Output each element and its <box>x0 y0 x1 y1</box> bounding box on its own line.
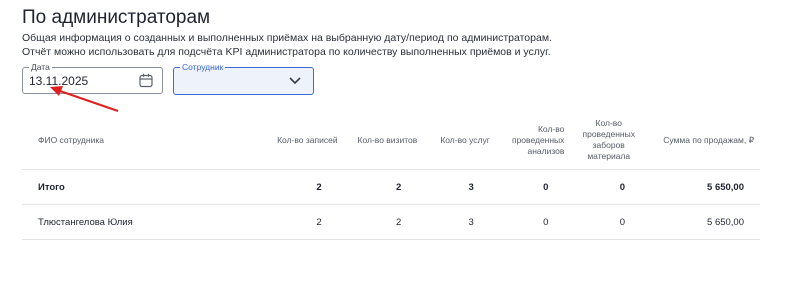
column-header[interactable]: Кол-во записей <box>260 111 344 170</box>
table-cell: 0 <box>570 204 648 240</box>
column-header[interactable]: ФИО сотрудника <box>22 111 261 170</box>
staff-select[interactable]: Сотрудник <box>173 61 314 95</box>
table-cell: Тлюстангелова Юлия <box>22 204 261 240</box>
column-header[interactable]: Кол-во проведенных заборов материала <box>570 111 648 170</box>
description-line-1: Общая информация о созданных и выполненн… <box>22 32 552 44</box>
description-line-2: Отчёт можно использовать для подсчёта KP… <box>22 46 551 58</box>
table-cell: 5 650,00 <box>647 204 760 240</box>
date-field[interactable]: Дата 13.11.2025 <box>22 61 163 94</box>
staff-select-label: Сотрудник <box>180 61 226 73</box>
table-total-row: Итого 2 2 3 0 0 5 650,00 <box>22 169 760 205</box>
table-cell: 3 <box>423 169 496 205</box>
date-field-label: Дата <box>29 61 52 73</box>
table-cell: 2 <box>260 204 344 240</box>
table-cell: 0 <box>495 169 571 205</box>
column-header[interactable]: Кол-во проведенных анализов <box>495 111 571 170</box>
table-cell: 2 <box>343 169 424 205</box>
column-header[interactable]: Кол-во визитов <box>343 111 424 170</box>
date-field-value: 13.11.2025 <box>29 74 89 88</box>
column-header[interactable]: Сумма по продажам, ₽ <box>647 111 760 170</box>
report-table: ФИО сотрудника Кол-во записей Кол-во виз… <box>22 111 760 240</box>
table-cell: 3 <box>423 204 496 240</box>
table-row[interactable]: Тлюстангелова Юлия 2 2 3 0 0 5 650,00 <box>22 204 760 240</box>
table-cell: 2 <box>343 204 424 240</box>
table-cell: Итого <box>22 169 261 205</box>
page-title: По администраторам <box>22 7 211 28</box>
chevron-down-icon[interactable] <box>289 76 301 85</box>
page-description: Общая информация о созданных и выполненн… <box>22 31 552 59</box>
table-cell: 5 650,00 <box>647 169 760 205</box>
table-cell: 0 <box>495 204 571 240</box>
column-header[interactable]: Кол-во услуг <box>423 111 496 170</box>
calendar-icon[interactable] <box>139 73 153 88</box>
table-cell: 0 <box>570 169 648 205</box>
table-cell: 2 <box>260 169 344 205</box>
table-header-row: ФИО сотрудника Кол-во записей Кол-во виз… <box>22 111 760 170</box>
